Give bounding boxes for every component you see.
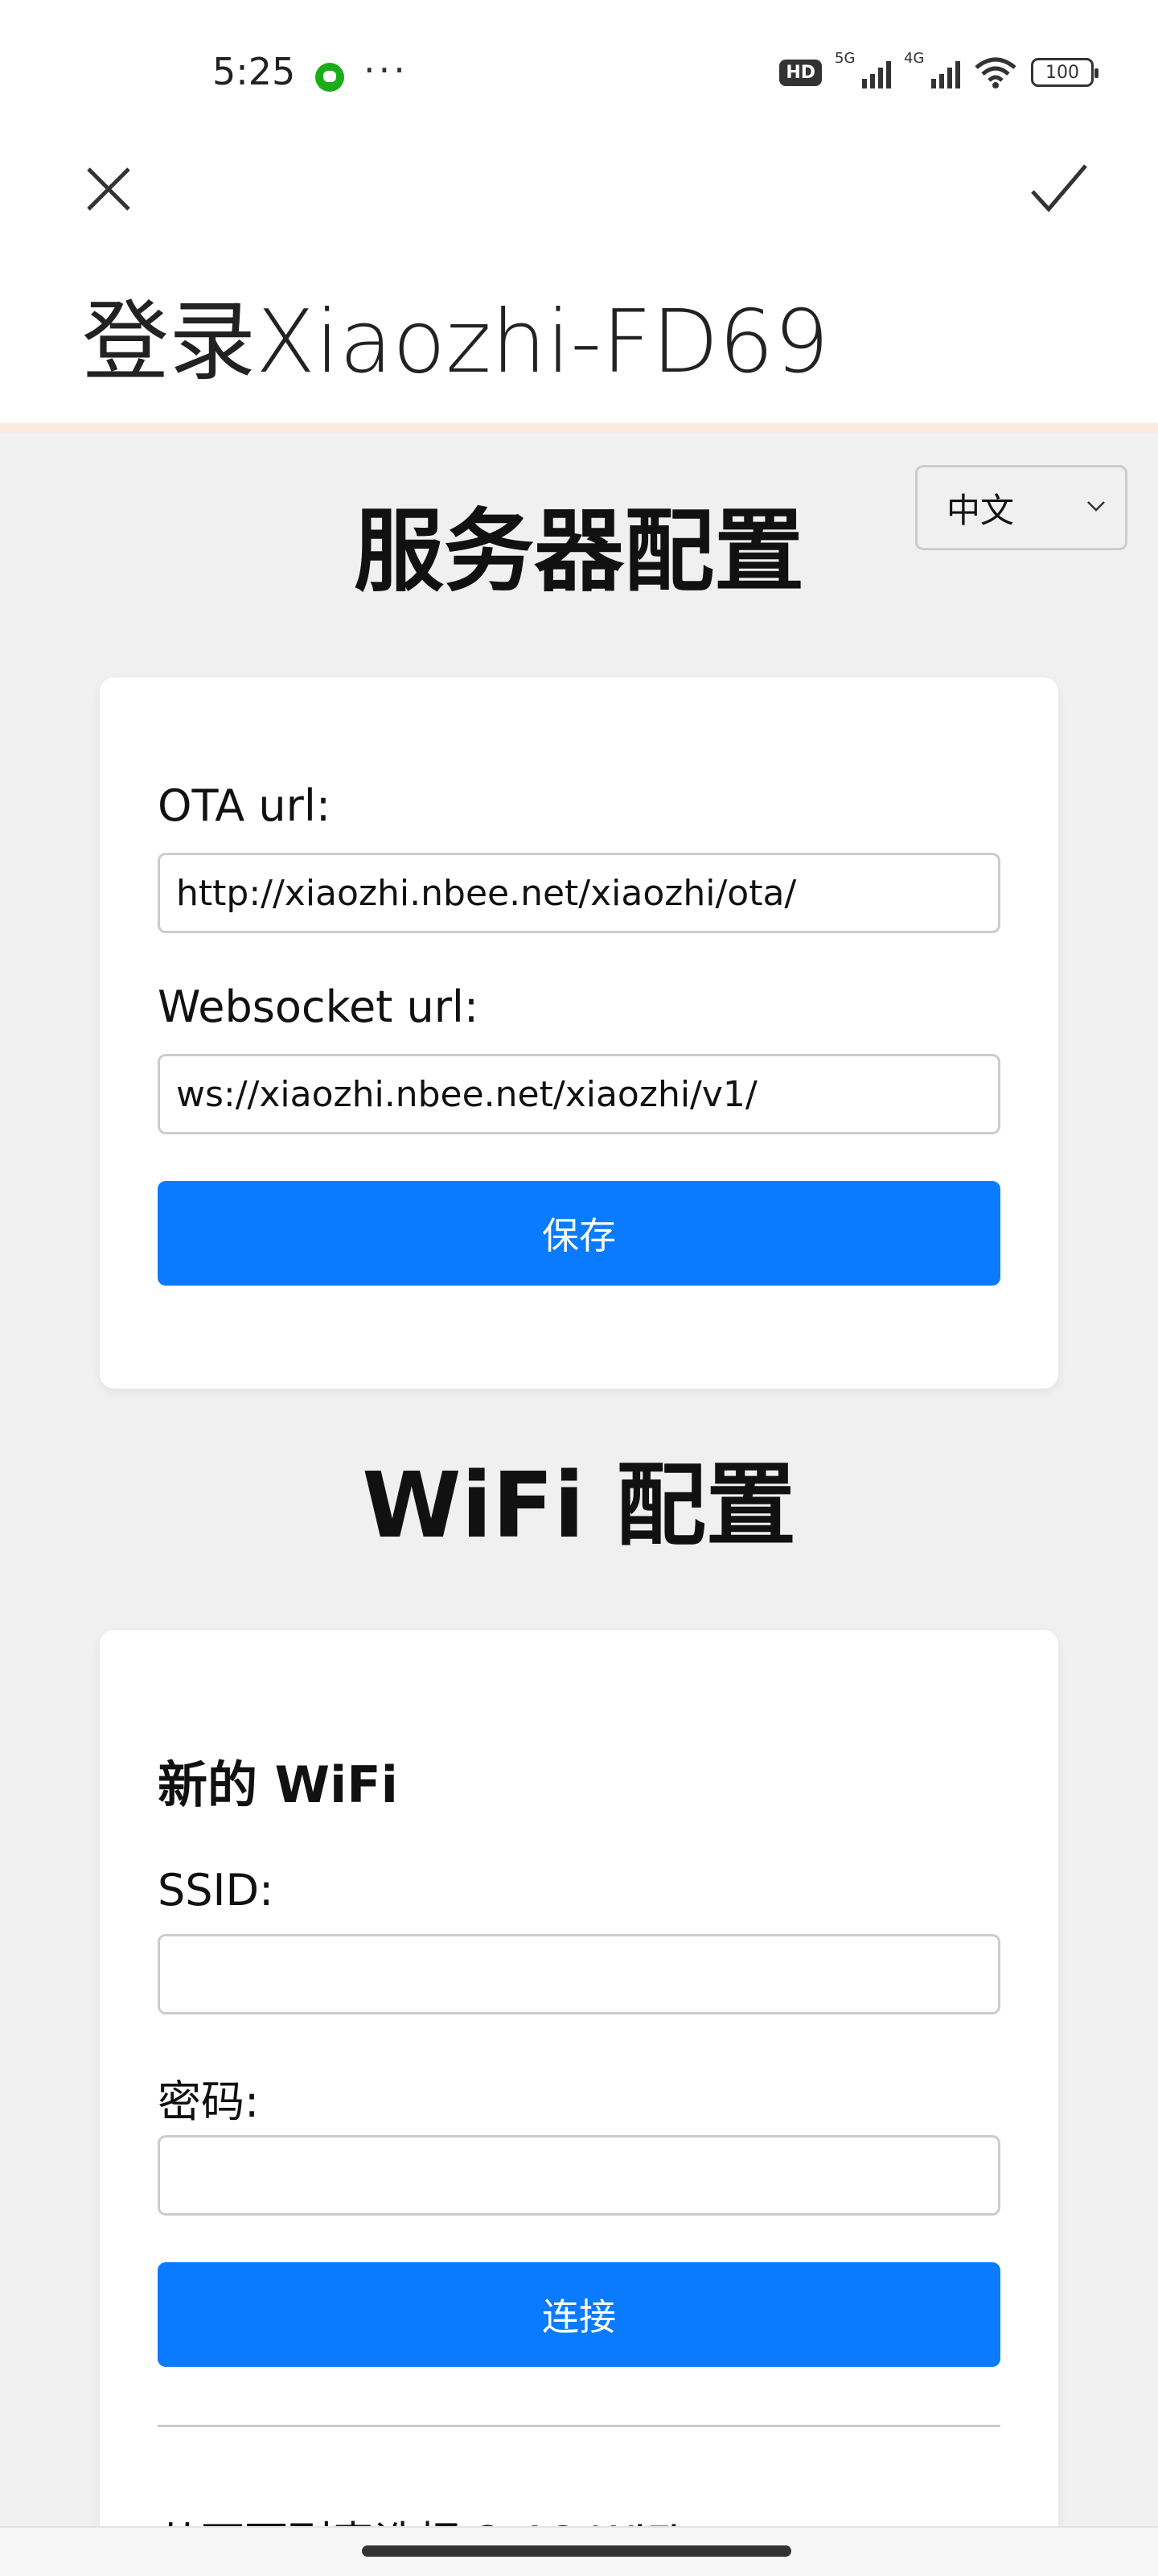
ota-url-value: http://xiaozhi.nbee.net/xiaozhi/ota/ — [176, 872, 797, 914]
save-button[interactable]: 保存 — [158, 1181, 1000, 1286]
password-label: 密码: — [158, 2076, 260, 2127]
wechat-notification-icon — [315, 63, 344, 92]
websocket-url-value: ws://xiaozhi.nbee.net/xiaozhi/v1/ — [176, 1073, 758, 1115]
ota-url-input[interactable]: http://xiaozhi.nbee.net/xiaozhi/ota/ — [158, 853, 1000, 933]
ota-url-label: OTA url: — [158, 780, 331, 831]
battery-icon: 100 — [1031, 58, 1098, 87]
signal-5g-icon: 5G — [835, 50, 891, 88]
hd-badge: HD — [779, 59, 822, 86]
page-title: 登录Xiaozhi-FD69 — [82, 292, 830, 393]
ssid-label: SSID: — [158, 1865, 274, 1916]
signal-5g-label: 5G — [835, 50, 856, 67]
password-input[interactable] — [158, 2135, 1000, 2216]
signal-4g-icon: 4G — [904, 50, 960, 88]
websocket-url-label: Websocket url: — [158, 981, 479, 1032]
wifi-icon — [975, 57, 1016, 88]
status-icons: HD 5G 4G 100 — [779, 50, 1098, 88]
wifi-divider — [158, 2425, 1000, 2427]
close-icon[interactable] — [80, 161, 137, 217]
more-notifications-icon: ··· — [363, 48, 409, 92]
server-config-heading: 服务器配置 — [354, 500, 804, 604]
home-indicator[interactable] — [362, 2545, 791, 2557]
status-bar: 5:25 ··· HD 5G 4G 100 — [0, 0, 1158, 153]
connect-button[interactable]: 连接 — [158, 2262, 1000, 2367]
wifi-config-heading: WiFi 配置 — [362, 1454, 796, 1558]
ssid-input[interactable] — [158, 1934, 1000, 2014]
confirm-check-icon[interactable] — [1026, 158, 1090, 222]
header-divider — [0, 423, 1158, 433]
websocket-url-input[interactable]: ws://xiaozhi.nbee.net/xiaozhi/v1/ — [158, 1054, 1000, 1134]
status-time: 5:25 — [212, 50, 296, 93]
signal-4g-label: 4G — [904, 50, 925, 67]
new-wifi-heading: 新的 WiFi — [158, 1755, 398, 1814]
battery-level: 100 — [1045, 62, 1079, 83]
